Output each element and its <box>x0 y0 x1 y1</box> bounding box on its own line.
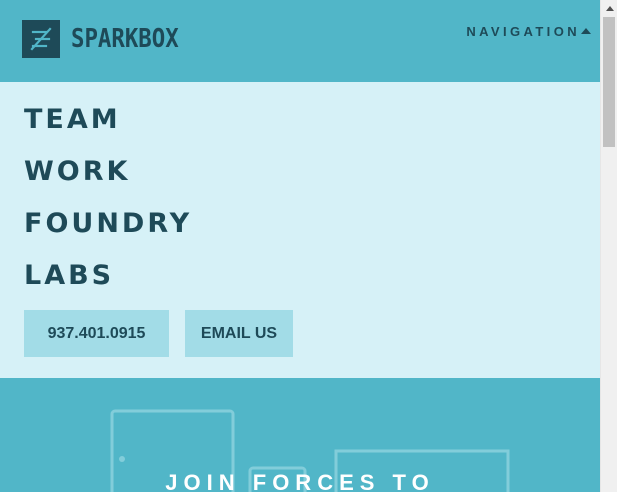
page: SPARKBOX NAVIGATION TEAM WORK FOUNDRY LA… <box>0 0 600 492</box>
caret-up-icon <box>581 28 591 34</box>
site-header: SPARKBOX NAVIGATION <box>0 0 600 82</box>
navigation-menu: TEAM WORK FOUNDRY LABS 937.401.0915 EMAI… <box>0 82 600 378</box>
sparkbox-logo-icon <box>22 20 60 58</box>
sparkbox-logo[interactable]: SPARKBOX <box>22 20 196 58</box>
menu-item-foundry[interactable]: FOUNDRY <box>24 209 192 239</box>
navigation-label: NAVIGATION <box>466 23 580 39</box>
arrow-up-icon <box>605 6 614 11</box>
menu-item-team[interactable]: TEAM <box>24 105 121 135</box>
email-us-button[interactable]: EMAIL US <box>185 310 293 357</box>
menu-item-labs[interactable]: LABS <box>24 261 114 291</box>
navigation-toggle[interactable]: NAVIGATION <box>466 22 591 40</box>
logo-wordmark: SPARKBOX <box>71 24 179 54</box>
phone-button[interactable]: 937.401.0915 <box>24 310 169 357</box>
menu-item-work[interactable]: WORK <box>24 157 130 187</box>
scrollbar-thumb[interactable] <box>603 17 615 147</box>
hero-section: JOIN FORCES TO <box>0 378 600 492</box>
vertical-scrollbar[interactable] <box>600 0 617 492</box>
scroll-up-button[interactable] <box>601 0 617 17</box>
hero-title: JOIN FORCES TO <box>165 470 435 492</box>
